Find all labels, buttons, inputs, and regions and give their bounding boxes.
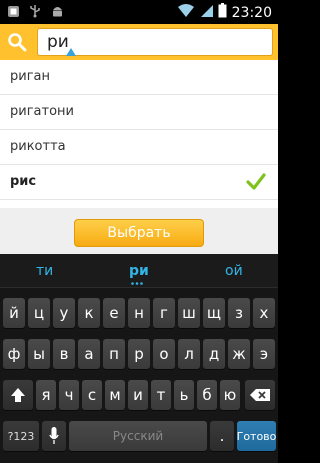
search-header: ри xyxy=(0,24,278,60)
key[interactable]: е xyxy=(103,298,125,328)
key[interactable]: н xyxy=(128,298,150,328)
key[interactable]: ш xyxy=(178,298,200,328)
key[interactable]: з xyxy=(228,298,250,328)
list-item-selected[interactable]: рис xyxy=(0,165,278,200)
usb-icon xyxy=(28,4,42,18)
list-item[interactable]: ригатони xyxy=(0,95,278,130)
status-bar: 23:20 xyxy=(0,0,278,24)
action-area: Выбрать xyxy=(0,208,278,254)
key[interactable]: х xyxy=(253,298,275,328)
suggestion-1[interactable]: ти xyxy=(36,263,53,279)
key[interactable]: я xyxy=(36,380,56,410)
keyboard: ти ри ой йцукенгшщзх фывапролджэ ячсмить… xyxy=(0,254,278,463)
backspace-key[interactable] xyxy=(245,380,275,410)
backspace-icon xyxy=(250,389,270,401)
android-icon xyxy=(50,4,64,18)
clock: 23:20 xyxy=(231,4,272,21)
suggestion-2[interactable]: ри xyxy=(129,263,149,279)
search-input[interactable]: ри xyxy=(37,28,273,56)
key[interactable]: ц xyxy=(28,298,50,328)
list-item[interactable]: риган xyxy=(0,60,278,95)
space-key[interactable]: Русский xyxy=(69,421,207,451)
key[interactable]: ч xyxy=(59,380,79,410)
key[interactable]: и xyxy=(128,380,148,410)
symbols-key[interactable]: ?123 xyxy=(3,421,39,451)
key[interactable]: ж xyxy=(228,339,250,369)
key[interactable]: р xyxy=(128,339,150,369)
app-icon xyxy=(6,4,20,18)
list-item[interactable]: рикотта xyxy=(0,130,278,165)
key[interactable]: ь xyxy=(174,380,194,410)
shift-key[interactable] xyxy=(3,380,33,410)
shift-icon xyxy=(11,388,25,402)
key[interactable]: а xyxy=(78,339,100,369)
microphone-icon xyxy=(49,427,59,444)
list-item-label: рис xyxy=(10,174,37,189)
period-key[interactable]: . xyxy=(210,421,234,451)
wifi-icon xyxy=(177,3,194,22)
key[interactable]: щ xyxy=(203,298,225,328)
done-key[interactable]: Готово xyxy=(237,421,276,451)
list-item-label: ригатони xyxy=(10,104,74,119)
voice-input-key[interactable] xyxy=(42,421,66,451)
checkmark-icon xyxy=(246,173,266,190)
key[interactable]: ю xyxy=(220,380,240,410)
key[interactable]: в xyxy=(53,339,75,369)
key[interactable]: м xyxy=(105,380,125,410)
key[interactable]: т xyxy=(151,380,171,410)
search-icon[interactable] xyxy=(0,24,34,60)
choose-button[interactable]: Выбрать xyxy=(74,219,204,247)
key[interactable]: ф xyxy=(3,339,25,369)
key[interactable]: о xyxy=(153,339,175,369)
signal-icon xyxy=(199,3,213,22)
more-suggestions-icon xyxy=(131,282,143,285)
key[interactable]: э xyxy=(253,339,275,369)
key[interactable]: п xyxy=(103,339,125,369)
key[interactable]: г xyxy=(153,298,175,328)
key[interactable]: с xyxy=(82,380,102,410)
results-list: риган ригатони рикотта рис xyxy=(0,60,278,208)
key[interactable]: ы xyxy=(28,339,50,369)
key[interactable]: й xyxy=(3,298,25,328)
key[interactable]: б xyxy=(197,380,217,410)
key[interactable]: л xyxy=(178,339,200,369)
text-cursor-icon xyxy=(66,48,76,56)
key[interactable]: к xyxy=(78,298,100,328)
suggestion-bar: ти ри ой xyxy=(0,254,278,288)
list-item-label: риган xyxy=(10,69,50,84)
key[interactable]: д xyxy=(203,339,225,369)
list-item-label: рикотта xyxy=(10,139,66,154)
suggestion-3[interactable]: ой xyxy=(225,263,243,279)
battery-icon xyxy=(218,3,227,22)
key[interactable]: у xyxy=(53,298,75,328)
